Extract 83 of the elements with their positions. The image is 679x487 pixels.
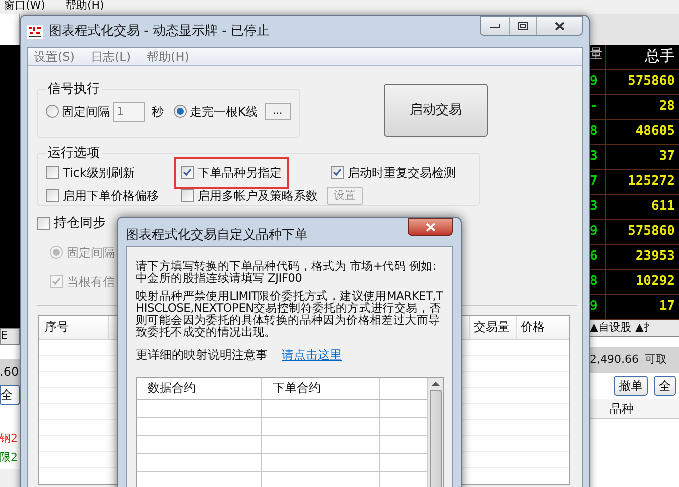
menu-item[interactable]: 日志(L) — [90, 48, 132, 66]
table-cell: 611 — [605, 195, 679, 219]
start-button[interactable]: 启动交易 — [384, 84, 488, 137]
radio-button[interactable] — [46, 105, 59, 118]
table-cell-text: 3 — [590, 198, 599, 216]
table-cell: 575860 — [605, 220, 679, 244]
sheet-tab[interactable]: ▲扌 — [635, 320, 655, 336]
balance-label: 可取 — [644, 352, 667, 368]
balance-value: 2,490.66 — [590, 352, 639, 368]
column-header: 序号 — [39, 316, 109, 338]
table-cell: 10292 — [605, 270, 679, 294]
scrollbar[interactable] — [427, 378, 443, 487]
order-button[interactable]: 撤单 — [614, 376, 648, 396]
table-cell-text: 8 — [590, 273, 599, 292]
column-header: 量 — [590, 46, 604, 64]
column-header: 下单合约 — [262, 378, 380, 398]
column-header: 交易量 — [469, 316, 517, 338]
minimize-icon — [490, 24, 500, 28]
option-label: 当根有信 — [67, 274, 115, 290]
column-header: 总手 — [605, 45, 679, 69]
table-cell-text: 8 — [590, 123, 599, 142]
table-cell-text: 9 — [590, 298, 599, 316]
window-title: 图表程式化交易 - 动态显示牌 - 已停止 — [49, 22, 270, 41]
scroll-thumb[interactable] — [430, 390, 442, 487]
option-label: 持仓同步 — [54, 215, 106, 233]
side-button[interactable]: 全 — [0, 385, 20, 405]
sheet-tab[interactable]: ▲自设股 — [590, 320, 632, 336]
panel-background — [0, 345, 20, 359]
table-cell: 37 — [605, 145, 679, 169]
radio-label: 走完一根K线 — [190, 104, 258, 120]
app-icon — [27, 24, 43, 38]
checkbox[interactable] — [37, 217, 50, 230]
checkbox[interactable] — [46, 189, 59, 202]
table-cell: 23953 — [605, 245, 679, 269]
option-label: 启用下单价格偏移 — [63, 188, 159, 204]
dialog-title: 图表程式化交易自定义品种下单 — [126, 227, 308, 245]
group-title: 运行选项 — [47, 145, 101, 163]
sheet-tab[interactable]: E — [0, 328, 20, 345]
more-button[interactable]: ... — [264, 103, 291, 120]
option-label: 启用多帐户及策略系数 — [198, 188, 318, 204]
option-label: Tick级别刷新 — [63, 164, 135, 182]
maximize-icon — [518, 22, 528, 30]
option-label: 下单品种另指定 — [198, 164, 282, 182]
radio-label: 固定间隔 — [67, 244, 115, 262]
column-header: 价格 — [520, 319, 546, 336]
order-row-text: 钢2 — [0, 431, 20, 450]
table-cell: 17 — [605, 295, 679, 319]
column-header: 数据合约 — [137, 378, 262, 398]
table-cell-text: 9 — [590, 73, 599, 92]
table-cell: 575860 — [605, 70, 679, 94]
order-button[interactable]: 全 — [654, 376, 676, 396]
close-icon — [554, 22, 564, 30]
checkbox[interactable] — [181, 189, 194, 202]
menu-item[interactable]: 帮助(H) — [147, 48, 190, 66]
order-row-text: 限2 — [0, 450, 20, 469]
close-icon — [426, 222, 436, 232]
checkbox[interactable] — [46, 166, 59, 179]
instruction-text: 请下方填写转换的下单品种代码，格式为 市场+代码 例如: 中金所的股指连续请填写 ZJIF00 — [136, 260, 438, 284]
checkbox[interactable] — [331, 166, 344, 179]
table-cell-text: - — [590, 98, 599, 116]
interval-input[interactable]: 1 — [113, 102, 145, 122]
menu-item[interactable]: 窗口(W) — [4, 0, 46, 14]
table-cell-text: 3 — [590, 148, 599, 166]
close-button[interactable] — [408, 218, 453, 236]
unit-label: 秒 — [152, 104, 164, 120]
balance-value: .60 — [0, 359, 20, 385]
instruction-text: 映射品种严禁使用LIMIT限价委托方式，建议使用MARKET,THISCLOSE,NEXTOPEN交易控制符委托的方式进行交易，否则可能会因为委托的具体转换的品种因为价格相差过大而导致委托不成交的情况出现。 — [136, 290, 443, 338]
table-cell-text: 9 — [590, 223, 599, 242]
group-title: 信号执行 — [47, 81, 101, 99]
menu-item[interactable]: 帮助(H) — [65, 0, 104, 14]
table-cell-text: 7 — [590, 173, 599, 192]
checkbox[interactable] — [181, 166, 194, 179]
table-cell: 48605 — [605, 120, 679, 144]
table-cell: 28 — [605, 95, 679, 119]
radio-label: 固定间隔 — [62, 104, 110, 120]
menu-item[interactable]: 设置(S) — [34, 48, 75, 66]
help-link[interactable]: 请点击这里 — [282, 346, 342, 364]
radio-button[interactable] — [174, 105, 187, 118]
option-label: 启动时重复交易检测 — [348, 164, 456, 182]
table-cell-text: 6 — [590, 248, 599, 266]
help-text: 更详细的映射说明注意事 — [136, 346, 268, 364]
column-header: 品种 — [590, 399, 679, 419]
table-cell: 125272 — [605, 170, 679, 194]
